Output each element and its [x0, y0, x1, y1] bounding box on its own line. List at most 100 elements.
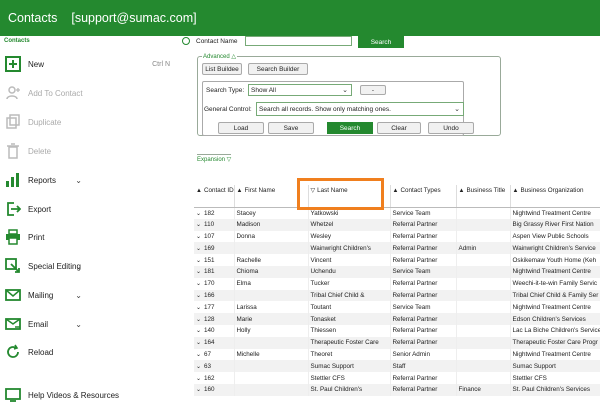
- table-cell: Donna: [234, 230, 309, 243]
- account-label: [support@sumac.com]: [71, 11, 197, 25]
- search-builder-button[interactable]: Search Builder: [248, 63, 308, 75]
- clear-button[interactable]: Clear: [377, 122, 421, 134]
- column-header-business-organization[interactable]: ▲ Business Organization: [510, 185, 600, 208]
- sidebar-item-email[interactable]: Email ⌄: [0, 313, 178, 335]
- column-header-business-title[interactable]: ▲ Business Title: [456, 185, 511, 208]
- sidebar-item-print[interactable]: Print: [0, 226, 178, 248]
- table-cell: Nightwind Treatment Centre: [510, 301, 600, 314]
- row-expand-chevron-icon[interactable]: ⌄: [196, 281, 201, 287]
- table-row[interactable]: ⌄ 162 Stettler CFS Referral Partner Stettler…: [194, 372, 600, 384]
- row-expand-chevron-icon[interactable]: ⌄: [196, 376, 201, 382]
- table-cell: Referral Partner: [390, 289, 457, 302]
- sidebar-item-delete[interactable]: Delete: [0, 140, 178, 162]
- contact-name-label: Contact Name: [196, 38, 238, 45]
- table-row[interactable]: ⌄ 177 Larissa Toutant Service Team Nightwind …: [194, 301, 600, 314]
- sidebar-item-mailing[interactable]: Mailing ⌄: [0, 284, 178, 306]
- mail-icon: [3, 286, 23, 304]
- row-expand-chevron-icon[interactable]: ⌄: [196, 269, 201, 275]
- row-expand-chevron-icon[interactable]: ⌄: [196, 258, 201, 264]
- row-expand-chevron-icon[interactable]: ⌄: [196, 246, 201, 252]
- table-cell: Stettler CFS: [308, 372, 391, 384]
- cell-contact-id: ⌄ 151: [194, 254, 235, 266]
- save-button[interactable]: Save: [268, 122, 314, 134]
- table-row[interactable]: ⌄ 110 Madison Whetzel Referral Partner Big Gr…: [194, 218, 600, 231]
- printer-icon: [3, 228, 23, 246]
- row-expand-chevron-icon[interactable]: ⌄: [196, 340, 201, 346]
- table-row[interactable]: ⌄ 140 Holly Thiessen Referral Partner Lac La …: [194, 324, 600, 337]
- row-expand-chevron-icon[interactable]: ⌄: [196, 234, 201, 240]
- row-expand-chevron-icon[interactable]: ⌄: [196, 317, 201, 323]
- sidebar-item-duplicate[interactable]: Duplicate: [0, 111, 178, 133]
- cell-contact-id: ⌄ 182: [194, 207, 235, 219]
- sidebar-item-reports[interactable]: Reports ⌄: [0, 169, 178, 191]
- search-type-label: Search Type:: [206, 87, 245, 94]
- title-bar: Contacts [support@sumac.com]: [0, 0, 600, 36]
- list-builder-button[interactable]: List Buildee: [202, 63, 242, 75]
- sidebar-item-export[interactable]: Export: [0, 198, 178, 220]
- table-cell: Service Team: [390, 301, 457, 314]
- collapse-circle-icon[interactable]: [182, 37, 190, 45]
- row-expand-chevron-icon[interactable]: ⌄: [196, 328, 201, 334]
- remove-criteria-button[interactable]: -: [360, 85, 386, 95]
- row-expand-chevron-icon[interactable]: ⌄: [196, 387, 201, 393]
- table-cell: Therapeutic Foster Care: [308, 336, 391, 349]
- table-cell: [456, 324, 511, 337]
- row-expand-chevron-icon[interactable]: ⌄: [196, 305, 201, 311]
- sidebar-item-label: Print: [28, 232, 45, 242]
- table-row[interactable]: ⌄ 151 Rachelle Vincent Referral Partner Oskik…: [194, 254, 600, 266]
- expansion-toggle[interactable]: Expansion ▽: [197, 154, 232, 163]
- duplicate-icon: [3, 113, 23, 131]
- table-row[interactable]: ⌄ 107 Donna Wesley Referral Partner Aspen Vie…: [194, 230, 600, 243]
- table-cell: Tribal Chief Child & Family Ser: [510, 289, 600, 302]
- table-row[interactable]: ⌄ 67 Michelle Theoret Senior Admin Nightwind …: [194, 348, 600, 361]
- undo-button[interactable]: Undo: [428, 122, 474, 134]
- column-header-contact-types[interactable]: ▲ Contact Types: [390, 185, 457, 208]
- chevron-down-icon: ⌄: [75, 319, 82, 329]
- sidebar-item-help-videos[interactable]: Help Videos & Resources: [0, 384, 178, 406]
- table-cell: Referral Partner: [390, 254, 457, 266]
- table-cell: Referral Partner: [390, 277, 457, 290]
- row-expand-chevron-icon[interactable]: ⌄: [196, 211, 201, 217]
- sidebar-item-special-editing[interactable]: Special Editing ⌄: [0, 255, 178, 277]
- sort-up-icon: ▲: [392, 188, 399, 194]
- table-row[interactable]: ⌄ 166 Tribal Chief Child & Referral Partner…: [194, 289, 600, 302]
- table-cell: Madison: [234, 218, 309, 231]
- sidebar: Contacts New Ctrl N Add To Contact Dupli…: [0, 36, 178, 411]
- search-type-select[interactable]: Show All ⌄: [248, 84, 352, 96]
- advanced-toggle[interactable]: Advanced △: [202, 53, 237, 60]
- table-cell: Edson Children's Services: [510, 313, 600, 325]
- row-expand-chevron-icon[interactable]: ⌄: [196, 293, 201, 299]
- sidebar-heading: Contacts: [4, 38, 30, 44]
- row-expand-chevron-icon[interactable]: ⌄: [196, 364, 201, 370]
- table-row[interactable]: ⌄ 169 Wainwright Children's Referral Partne…: [194, 242, 600, 255]
- person-add-icon: [3, 84, 23, 102]
- sidebar-item-new[interactable]: New Ctrl N: [0, 53, 178, 75]
- table-row[interactable]: ⌄ 170 Elma Tucker Referral Partner Weechi-it-…: [194, 277, 600, 290]
- column-header-contact-id[interactable]: ▲ Contact ID: [194, 185, 235, 208]
- table-row[interactable]: ⌄ 128 Marie Tonasket Referral Partner Edson C…: [194, 313, 600, 325]
- table-row[interactable]: ⌄ 164 Therapeutic Foster Care Referral Part…: [194, 336, 600, 349]
- advanced-search-button[interactable]: Search: [327, 122, 373, 134]
- table-row[interactable]: ⌄ 181 Chioma Uchendu Service Team Nightwind T…: [194, 265, 600, 278]
- load-button[interactable]: Load: [218, 122, 264, 134]
- chevron-down-icon: ⌄: [454, 106, 460, 113]
- sidebar-item-reload[interactable]: Reload: [0, 341, 178, 363]
- table-row[interactable]: ⌄ 182 Stacey Yatkowski Service Team Nightwind…: [194, 207, 600, 219]
- table-cell: Finance: [456, 383, 511, 396]
- contact-name-input[interactable]: [245, 36, 352, 46]
- table-cell: Whetzel: [308, 218, 391, 231]
- cell-contact-id: ⌄ 170: [194, 277, 235, 290]
- row-expand-chevron-icon[interactable]: ⌄: [196, 222, 201, 228]
- table-cell: Referral Partner: [390, 230, 457, 243]
- row-expand-chevron-icon[interactable]: ⌄: [196, 352, 201, 358]
- search-button[interactable]: Search: [358, 36, 404, 48]
- table-row[interactable]: ⌄ 63 Sumac Support Staff Sumac Support: [194, 360, 600, 373]
- table-row[interactable]: ⌄ 160 St. Paul Children's Referral Partner F…: [194, 383, 600, 396]
- sidebar-item-label: Delete: [28, 146, 52, 156]
- chevron-down-icon: ⌄: [75, 290, 82, 300]
- table-cell: Service Team: [390, 207, 457, 219]
- table-cell: St. Paul Children's Services: [510, 383, 600, 396]
- table-cell: [234, 336, 309, 349]
- general-control-select[interactable]: Search all records. Show only matching o…: [256, 102, 464, 116]
- sidebar-item-add-to-contact[interactable]: Add To Contact: [0, 82, 178, 104]
